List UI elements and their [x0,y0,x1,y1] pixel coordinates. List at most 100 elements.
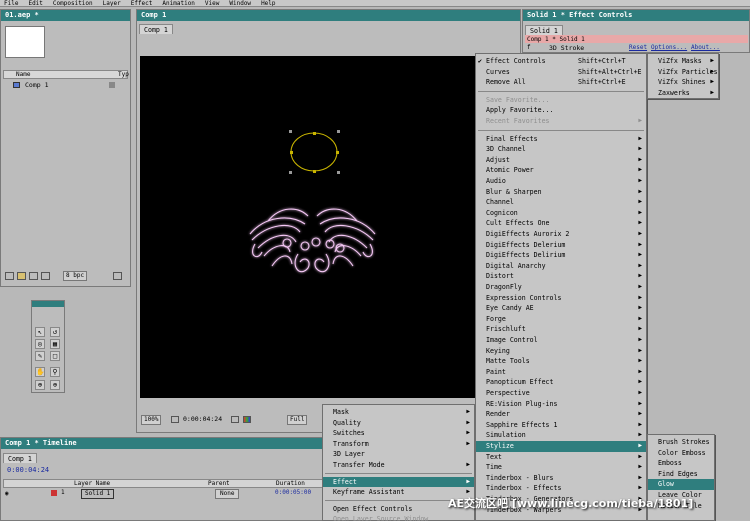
menu-item-frischluft[interactable]: Frischluft ▶ [476,324,646,335]
menu-edit[interactable]: Edit [28,0,42,6]
menu-item-time[interactable]: Time ▶ [476,462,646,473]
menu-item-digital-anarchy[interactable]: Digital Anarchy ▶ [476,261,646,272]
bpc-button[interactable]: 8 bpc [63,271,88,281]
timeline-timecode[interactable]: 0:00:04:24 [7,466,49,475]
menu-item-dragonfly[interactable]: DragonFly ▶ [476,282,646,293]
interpret-footage-icon[interactable] [5,272,14,280]
menu-item-distort[interactable]: Distort ▶ [476,271,646,282]
parent-select[interactable]: None [215,489,240,499]
menu-item-transform[interactable]: Transform ▶ [323,439,474,450]
zoom-tool-icon[interactable]: ⚲ [50,367,60,377]
new-comp-icon[interactable] [29,272,38,280]
menu-item-3d-layer[interactable]: 3D Layer [323,449,474,460]
menu-item-image-control[interactable]: Image Control ▶ [476,335,646,346]
resolution-select[interactable]: Full [287,415,308,425]
mask-shape[interactable] [289,130,340,174]
effect-name[interactable]: 3D Stroke [549,44,584,52]
eye-icon[interactable]: ◉ [5,490,9,497]
menu-item-text[interactable]: Text ▶ [476,452,646,463]
menu-item-brush-strokes[interactable]: Brush Strokes [648,437,714,448]
menu-item-cult-effects-one[interactable]: Cult Effects One ▶ [476,218,646,229]
effect-row[interactable]: f 3D Stroke Reset Options... About... [525,44,748,52]
menu-item-expression-controls[interactable]: Expression Controls ▶ [476,293,646,304]
menu-item-effect[interactable]: Effect ▶ [323,476,474,488]
menu-file[interactable]: File [4,0,18,6]
menu-item-transfer-mode[interactable]: Transfer Mode ▶ [323,460,474,471]
menu-item-vizfx-particles[interactable]: ViZfx Particles ▶ [648,67,718,78]
pan-behind-icon[interactable]: ▦ [50,339,60,349]
tab-comp-1[interactable]: Comp 1 [139,24,173,34]
tab-solid-1[interactable]: Solid 1 [525,25,563,35]
snapshot-icon[interactable] [231,416,239,423]
menu-item-cognicon[interactable]: Cognicon ▶ [476,208,646,219]
menu-item-3d-channel[interactable]: 3D Channel ▶ [476,144,646,155]
layer-name[interactable]: Solid 1 [81,489,115,499]
timeline-title-bar[interactable]: Comp 1 * Timeline [1,438,329,449]
menu-item-tinderbox-effects[interactable]: Tinderbox - Effects ▶ [476,483,646,494]
arrow-icon[interactable] [113,272,122,280]
menu-item-matte-tools[interactable]: Matte Tools ▶ [476,356,646,367]
tab-timeline-comp-1[interactable]: Comp 1 [3,453,37,463]
project-title-bar[interactable]: 01.aep * [1,10,130,21]
menu-animation[interactable]: Animation [162,0,195,6]
menu-item-curves[interactable]: Curves Shift+Alt+Ctrl+E [476,67,646,78]
menu-item-forge[interactable]: Forge ▶ [476,314,646,325]
menu-help[interactable]: Help [261,0,275,6]
menu-item-vizfx-shines[interactable]: ViZfx Shines ▶ [648,77,718,88]
menu-item-quality[interactable]: Quality ▶ [323,418,474,429]
menu-item-digieffects-aurorix-2[interactable]: DigiEffects Aurorix 2 ▶ [476,229,646,240]
menu-item-find-edges[interactable]: Find Edges [648,469,714,480]
pen-tool-icon[interactable]: ✎ [35,351,45,361]
menu-item-panopticum-effect[interactable]: Panopticum Effect ▶ [476,377,646,388]
zoom-select[interactable]: 100% [141,415,162,425]
menu-item-tinderbox-blurs[interactable]: Tinderbox - Blurs ▶ [476,473,646,484]
effect-controls-title-bar[interactable]: Solid 1 * Effect Controls [523,10,749,21]
menu-item-sapphire-effects-1[interactable]: Sapphire Effects 1 ▶ [476,420,646,431]
comp-timecode[interactable]: 0:00:04:24 [183,415,222,424]
options-link[interactable]: Options... [651,44,687,52]
column-type[interactable]: Typ [118,71,129,79]
menu-item-eye-candy-ae[interactable]: Eye Candy AE ▶ [476,303,646,314]
menu-item-adjust[interactable]: Adjust ▶ [476,155,646,166]
menu-item-simulation[interactable]: Simulation ▶ [476,430,646,441]
menu-item-audio[interactable]: Audio ▶ [476,176,646,187]
menu-layer[interactable]: Layer [103,0,121,6]
menu-item-blur-sharpen[interactable]: Blur & Sharpen ▶ [476,187,646,198]
comp-title-bar[interactable]: Comp 1 [137,10,520,21]
menu-item-paint[interactable]: Paint ▶ [476,367,646,378]
safe-zones-icon[interactable] [171,416,179,423]
new-folder-icon[interactable] [17,272,26,280]
menu-item-effect-controls[interactable]: ✔ Effect Controls Shift+Ctrl+T [476,56,646,67]
selection-tool-icon[interactable]: ↖ [35,327,45,337]
hand-tool-icon[interactable]: ✋ [35,367,45,377]
menu-view[interactable]: View [205,0,219,6]
show-channel-icon[interactable] [243,416,251,423]
menu-item-digieffects-delerium[interactable]: DigiEffects Delerium ▶ [476,240,646,251]
menu-item-apply-favorite[interactable]: Apply Favorite... [476,105,646,116]
timeline-layer-row[interactable]: ◉ 1 Solid 1 None 0:00:05:00 [3,489,329,499]
menu-item-vizfx-masks[interactable]: ViZfx Masks ▶ [648,56,718,67]
menu-item-keying[interactable]: Keying ▶ [476,346,646,357]
menu-item-perspective[interactable]: Perspective ▶ [476,388,646,399]
menu-item-remove-all[interactable]: Remove All Shift+Ctrl+E [476,77,646,88]
rectangle-mask-icon[interactable]: □ [50,351,60,361]
axis-mode-icon[interactable]: ⊕ [35,380,45,390]
menu-item-emboss[interactable]: Emboss [648,458,714,469]
tools-title-bar[interactable] [32,301,64,307]
menu-item-digieffects-delirium[interactable]: DigiEffects Delirium ▶ [476,250,646,261]
menu-item-zaxwerks[interactable]: Zaxwerks ▶ [648,88,718,99]
menu-effect[interactable]: Effect [131,0,153,6]
menu-composition[interactable]: Composition [53,0,93,6]
column-name[interactable]: Name [16,71,30,79]
menu-item-switches[interactable]: Switches ▶ [323,428,474,439]
menu-item-final-effects[interactable]: Final Effects ▶ [476,134,646,145]
menu-item-channel[interactable]: Channel ▶ [476,197,646,208]
menu-item-re-vision-plug-ins[interactable]: RE:Vision Plug-ins ▶ [476,399,646,410]
layer-color-label[interactable] [51,490,57,496]
world-axis-icon[interactable]: ⊕ [50,380,60,390]
menu-item-render[interactable]: Render ▶ [476,409,646,420]
menu-item-glow[interactable]: Glow [648,479,714,490]
orbit-camera-icon[interactable]: ◎ [35,339,45,349]
reset-link[interactable]: Reset [629,44,647,52]
fx-toggle-icon[interactable]: f [527,44,531,52]
